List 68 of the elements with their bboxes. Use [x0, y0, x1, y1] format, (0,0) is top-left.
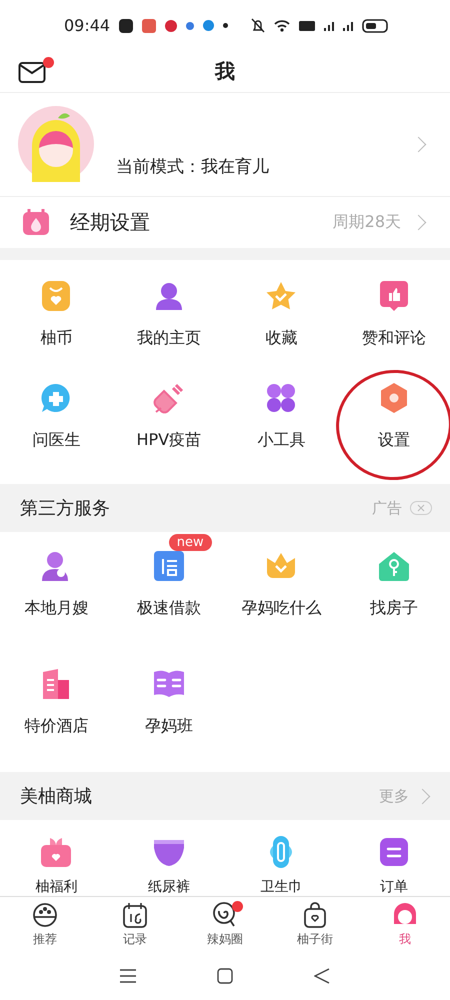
calendar-drop-icon [22, 208, 50, 236]
section-title: 美柚商城 [20, 785, 92, 808]
period-label: 经期设置 [70, 208, 150, 236]
new-badge: new [168, 534, 212, 552]
tab[interactable]: 我 [375, 901, 435, 948]
feature-item[interactable]: 收藏 [225, 274, 338, 376]
medical-chat-icon [40, 382, 72, 414]
section-title: 第三方服务 [20, 497, 110, 520]
service-item[interactable]: new 极速借款 [112, 534, 225, 652]
page-title: 我 [215, 58, 235, 86]
menu-icon[interactable] [120, 969, 136, 984]
tab[interactable]: 记录 [105, 901, 165, 948]
swirl-icon [213, 902, 237, 928]
house-key-icon [378, 551, 410, 582]
tab[interactable]: 辣妈圈 [195, 901, 255, 948]
calendar-icon [123, 902, 147, 928]
feature-item[interactable]: 小工具 [225, 376, 338, 478]
status-time: 09:44 [64, 16, 110, 36]
shop-item[interactable]: 订单 [338, 834, 450, 896]
calendar-app-icon [142, 18, 156, 33]
feature-item[interactable]: 我的主页 [112, 274, 225, 376]
person-icon [154, 281, 184, 312]
back-icon[interactable] [314, 968, 330, 984]
app-notification-icon [119, 18, 134, 33]
order-list-icon [378, 837, 409, 868]
tools-grid-icon [266, 383, 296, 414]
wifi-icon [274, 19, 290, 32]
thumbs-up-icon [378, 280, 409, 312]
loan-icon [152, 550, 185, 582]
mute-bell-icon [251, 18, 265, 34]
citrus-slice-icon [32, 903, 58, 928]
circle-app-icon [203, 20, 214, 32]
shop-item[interactable]: 纸尿裤 [112, 834, 225, 896]
mode-text: 当前模式：我在育儿 [116, 156, 270, 178]
service-item[interactable]: 找房子 [338, 534, 450, 652]
tab[interactable]: 柚子街 [285, 901, 345, 948]
signal-icon [343, 20, 353, 31]
tab[interactable]: 推荐 [15, 901, 75, 948]
more-dot-icon [223, 23, 228, 28]
map-pin-icon [165, 20, 178, 32]
feature-item[interactable]: 赞和评论 [338, 274, 450, 376]
ad-label: 广告 [372, 498, 402, 518]
gift-icon [40, 836, 72, 868]
coin-bag-icon [41, 280, 72, 312]
cycle-value: 周期28天 [332, 212, 401, 233]
service-item[interactable]: 特价酒店 [0, 652, 112, 770]
syringe-icon [152, 382, 185, 414]
hd-icon [299, 20, 315, 31]
mail-icon[interactable] [18, 60, 48, 84]
service-item[interactable]: 孕妈班 [112, 652, 225, 770]
service-item[interactable]: 本地月嫂 [0, 534, 112, 652]
profile-card[interactable]: 当前模式：我在育儿 [0, 92, 450, 197]
signal-icon [324, 20, 334, 31]
shop-item[interactable]: 卫生巾 [225, 834, 338, 896]
shopping-bag-icon [304, 902, 326, 928]
feature-item[interactable]: 柚币 [0, 274, 112, 376]
shop-item[interactable]: 柚福利 [0, 834, 112, 896]
feature-item[interactable]: 问医生 [0, 376, 112, 478]
feature-item[interactable]: HPV疫苗 [112, 376, 225, 478]
book-icon [152, 669, 185, 700]
settings-icon [378, 382, 409, 414]
battery-icon [362, 18, 388, 33]
crown-icon [265, 552, 298, 580]
period-settings-row[interactable]: 经期设置 周期28天 [0, 196, 450, 248]
diaper-icon [152, 837, 185, 868]
home-icon[interactable] [216, 968, 233, 984]
service-item[interactable]: 孕妈吃什么 [225, 534, 338, 652]
star-icon [265, 281, 298, 312]
